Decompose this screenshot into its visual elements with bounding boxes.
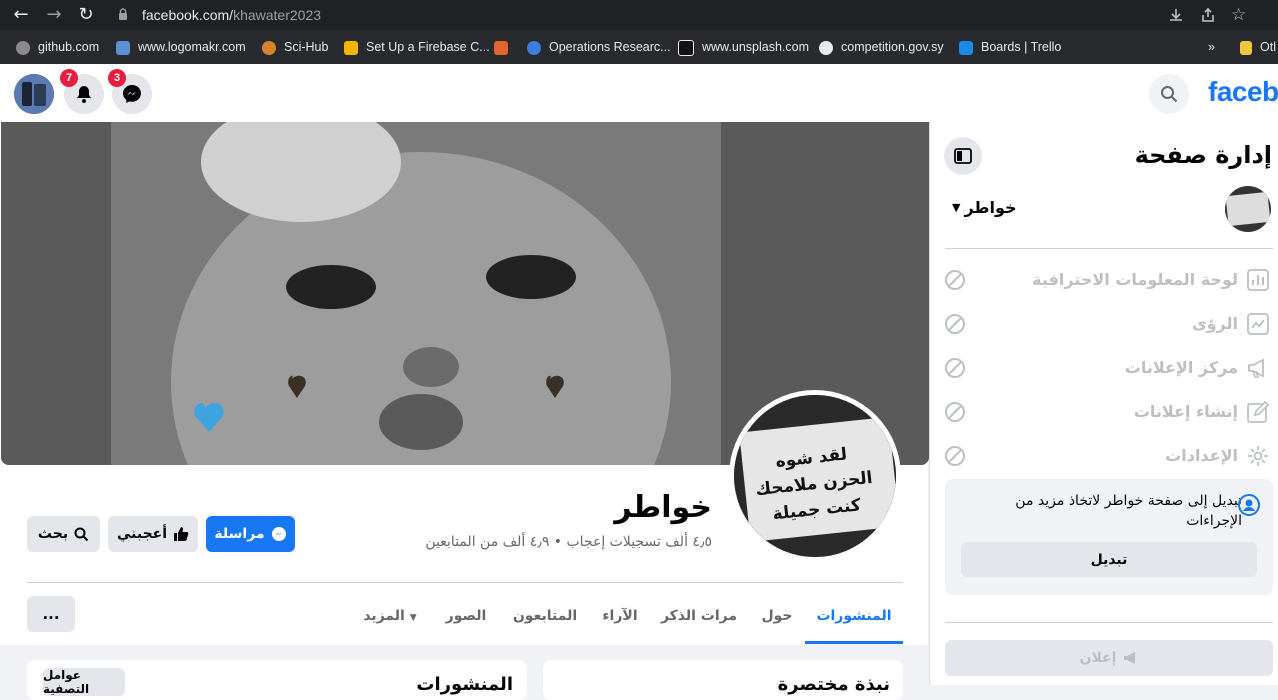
messenger-icon <box>123 85 141 103</box>
collapse-sidebar-button[interactable] <box>944 137 982 175</box>
disabled-icon <box>945 446 965 466</box>
insights-icon <box>1246 312 1270 336</box>
tab-followers[interactable]: المتابعون <box>508 596 582 636</box>
sidebar-item-insights: الرؤى <box>1191 314 1238 333</box>
profile-picture[interactable]: لقد شوه الحزن ملامحك كنت جميلة <box>734 395 896 557</box>
search-icon <box>1161 86 1178 103</box>
bookmark-operations-research[interactable]: Operations Researc... <box>527 30 671 64</box>
back-icon[interactable]: ← <box>10 0 32 30</box>
switch-profile-text: تبديل إلى صفحة خواطر لاتخاذ مزيد من الإج… <box>1015 493 1242 529</box>
sidebar-item-pro-dashboard: لوحة المعلومات الاحترافية <box>1032 270 1238 289</box>
bookmark-star-icon[interactable]: ☆ <box>1231 5 1246 25</box>
megaphone-icon <box>1124 652 1136 664</box>
bookmark-unsplash[interactable]: www.unsplash.com <box>678 30 809 64</box>
tab-active-indicator <box>805 641 903 644</box>
sidebar-title: إدارة صفحة <box>1134 141 1272 169</box>
bookmark-trello[interactable]: Boards | Trello <box>959 30 1061 64</box>
disabled-icon <box>945 402 965 422</box>
caret-down-icon: ▼ <box>952 201 961 214</box>
bell-icon <box>77 86 91 103</box>
search-button[interactable] <box>1149 74 1189 114</box>
divider <box>27 582 903 583</box>
url-text: facebook.com/khawater2023 <box>142 7 322 23</box>
bookmark-github[interactable]: github.com <box>16 30 99 64</box>
filters-button[interactable]: عوامل التصفية <box>43 668 125 696</box>
like-label: أعجبني <box>116 526 168 542</box>
tab-mentions[interactable]: مرات الذكر <box>660 596 738 636</box>
search-icon <box>74 527 89 541</box>
bookmark-blank[interactable] <box>494 30 516 64</box>
switch-button[interactable]: تبديل <box>961 542 1257 577</box>
page-switcher[interactable]: خواطر ▼ <box>952 198 1017 217</box>
profile-picture-caption: لقد شوه الحزن ملامحك كنت جميلة <box>754 444 874 525</box>
thumbs-up-icon <box>174 527 189 541</box>
bookmarks-more[interactable]: » <box>1208 30 1215 64</box>
tab-photos[interactable]: الصور <box>440 596 492 636</box>
bookmark-competition[interactable]: competition.gov.sy <box>819 30 944 64</box>
tab-posts[interactable]: المنشورات <box>805 596 903 636</box>
bookmark-other[interactable]: Otl <box>1240 30 1276 64</box>
tab-more[interactable]: المزيد ▼ <box>356 596 424 636</box>
bookmark-scihub[interactable]: Sci-Hub <box>262 30 328 64</box>
page-avatar[interactable] <box>1225 186 1271 232</box>
share-icon[interactable] <box>1200 7 1216 27</box>
sidebar-toggle-icon <box>954 148 972 164</box>
switch-profile-icon <box>1237 493 1261 521</box>
message-button[interactable]: مراسلة <box>206 516 295 552</box>
megaphone-icon <box>1246 356 1270 380</box>
like-button[interactable]: أعجبني <box>108 516 198 552</box>
page-switcher-label: خواطر <box>964 198 1017 217</box>
disabled-icon <box>945 358 965 378</box>
tab-about[interactable]: حول <box>756 596 798 636</box>
bookmark-logomakr[interactable]: www.logomakr.com <box>116 30 246 64</box>
caret-down-icon: ▼ <box>409 613 417 623</box>
sidebar-item-ad-center: مركز الإعلانات <box>1124 358 1238 377</box>
reload-icon[interactable]: ↻ <box>75 0 97 30</box>
avatar[interactable] <box>14 74 54 114</box>
sidebar-item-settings: الإعدادات <box>1165 446 1238 465</box>
chart-icon <box>1246 268 1270 292</box>
messenger-badge: 3 <box>108 69 126 87</box>
promote-button[interactable]: إعلان <box>945 640 1273 676</box>
tab-reviews[interactable]: الآراء <box>598 596 642 636</box>
promote-label: إعلان <box>1079 650 1117 666</box>
pencil-icon <box>1246 400 1270 424</box>
facebook-logo[interactable]: faceb <box>1208 76 1278 108</box>
sidebar-item-create-ads: إنشاء إعلانات <box>1133 402 1238 421</box>
lock-icon <box>118 8 128 21</box>
search-page-button[interactable]: بحث <box>27 516 100 552</box>
search-label: بحث <box>37 526 69 542</box>
gear-icon <box>1246 444 1270 468</box>
forward-icon[interactable]: → <box>43 0 65 30</box>
more-options-button[interactable]: ... <box>27 596 75 632</box>
notifications-badge: 7 <box>60 69 78 87</box>
disabled-icon <box>945 314 965 334</box>
page-stats[interactable]: ٤٫٥ ألف تسجيلات إعجاب • ٤٫٩ ألف من المتا… <box>425 534 712 550</box>
messenger-icon <box>271 527 286 541</box>
message-label: مراسلة <box>214 526 265 542</box>
disabled-icon <box>945 270 965 290</box>
download-icon[interactable] <box>1168 7 1184 27</box>
page-title: خواطر <box>614 490 712 525</box>
divider <box>945 248 1273 249</box>
facebook-header <box>0 64 1278 122</box>
divider <box>945 622 1273 623</box>
bookmark-firebase[interactable]: Set Up a Firebase C... <box>344 30 490 64</box>
